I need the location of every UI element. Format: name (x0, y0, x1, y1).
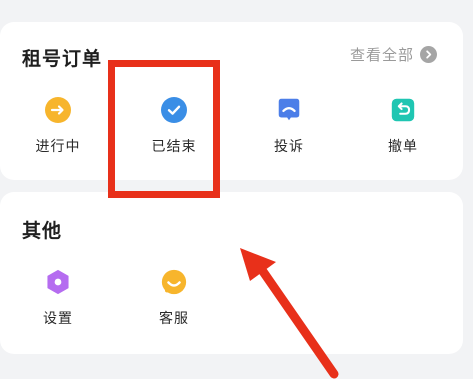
pointer-arrow (240, 248, 339, 379)
